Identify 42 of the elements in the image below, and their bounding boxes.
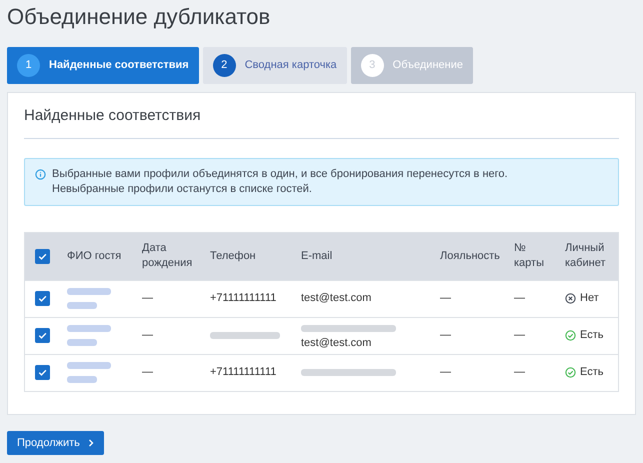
table-cell: — (440, 292, 451, 304)
page-title: Объединение дубликатов (7, 3, 272, 31)
account-status: Есть (580, 328, 604, 344)
table-cell: — (514, 366, 525, 378)
table-cell-text: test@test.com (301, 291, 372, 306)
info-text: Выбранные вами профили объединятся в один, и все бронирования перенесутся в него. (52, 166, 508, 182)
column-header: Дата рождения (142, 242, 192, 269)
step-tab[interactable]: 1 Найденные соответствия (7, 47, 199, 84)
continue-button[interactable]: Продолжить (7, 431, 104, 455)
step-number: 1 (17, 54, 40, 77)
column-header: E-mail (301, 250, 332, 262)
table-cell: — (142, 366, 153, 378)
checkbox[interactable] (34, 328, 50, 343)
table-cell: +71111111111 (210, 366, 276, 378)
account-status: Нет (580, 291, 599, 306)
info-text: Невыбранные профили останутся в списке гостей. (52, 182, 313, 196)
check-icon (36, 293, 48, 304)
redacted-bar (210, 332, 280, 339)
account-status: Есть (580, 365, 604, 380)
table-cell: +71111111111 (210, 292, 276, 304)
table-cell: — (142, 329, 153, 342)
column-header: ФИО гостя (67, 250, 122, 262)
table-cell: — (514, 329, 525, 342)
table-cell: — (142, 292, 153, 304)
table-cell: — (440, 366, 451, 378)
chevron-right-icon (88, 439, 94, 447)
checkbox[interactable] (34, 248, 50, 264)
step-tab[interactable]: 2 Сводная карточка (202, 47, 347, 84)
column-header: № карты (514, 242, 544, 269)
column-header: Лояльность (440, 250, 500, 262)
checkbox[interactable] (34, 365, 50, 380)
info-icon (35, 168, 46, 180)
table-cell: — (514, 292, 525, 304)
column-header: Личный кабинет (565, 242, 606, 269)
table-cell: — (440, 329, 451, 342)
card-title: Найденные соответствия (24, 105, 619, 138)
checkbox[interactable] (34, 291, 50, 306)
table-cell-text: test@test.com (301, 336, 372, 350)
column-header: Телефон (210, 250, 256, 262)
step-number: 2 (212, 54, 236, 77)
check-icon (36, 330, 48, 341)
check-icon (36, 367, 48, 378)
